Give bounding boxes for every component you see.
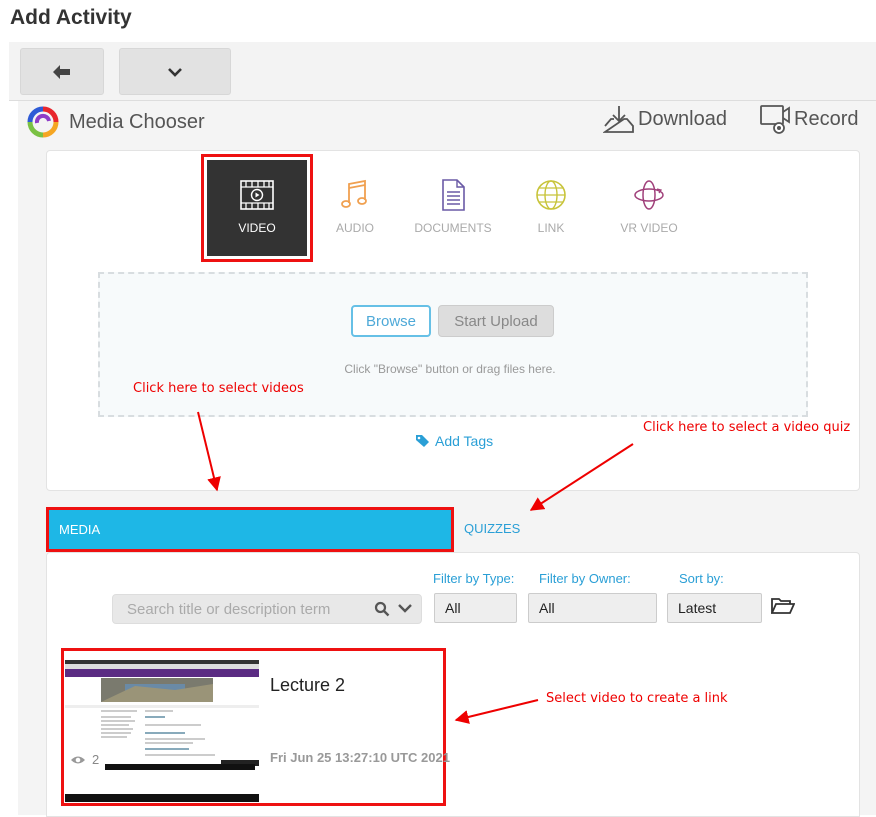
back-button[interactable] [20, 48, 104, 95]
sort-label: Sort by: [679, 571, 724, 586]
media-type-label: DOCUMENTS [414, 221, 492, 235]
views-count: 2 [92, 752, 100, 767]
download-label: Download [638, 107, 727, 130]
video-icon [240, 180, 274, 210]
annotation-box-media-tab [46, 507, 454, 552]
media-item-views: 2 [70, 752, 99, 767]
annotation-select-quiz: Click here to select a video quiz [643, 420, 851, 435]
annotation-box-media-item [61, 648, 446, 806]
filter-type-label: Filter by Type: [433, 571, 515, 586]
eye-icon [71, 756, 85, 763]
start-upload-button[interactable]: Start Upload [438, 305, 554, 337]
filter-owner-select[interactable]: All [528, 593, 657, 623]
search-placeholder: Search title or description term [127, 600, 331, 618]
music-note-icon [341, 179, 367, 208]
record-button[interactable]: Record [759, 104, 858, 134]
filter-type-select[interactable]: All [434, 593, 517, 623]
media-item-title[interactable]: Lecture 2 [270, 675, 345, 696]
download-icon [603, 106, 634, 133]
media-type-label: LINK [537, 221, 565, 235]
media-type-video[interactable]: VIDEO [207, 153, 307, 259]
dropzone-hint: Click "Browse" button or drag files here… [344, 362, 556, 376]
tags-icon [416, 435, 429, 447]
vr-icon [634, 180, 664, 210]
page-title: Add Activity [10, 6, 132, 29]
media-item-date: Fri Jun 25 13:27:10 UTC 2021 [270, 750, 450, 765]
add-tags-label: Add Tags [435, 433, 494, 449]
globe-icon [536, 180, 566, 210]
annotation-select-link: Select video to create a link [546, 691, 728, 706]
media-type-label: VR VIDEO [620, 221, 678, 235]
toolbar [9, 42, 876, 101]
media-type-link[interactable]: LINK [501, 153, 601, 259]
filter-owner-label: Filter by Owner: [539, 571, 631, 586]
brand-name: Media Chooser [69, 111, 205, 133]
folder-open-icon[interactable] [771, 597, 795, 615]
dropdown-button[interactable] [119, 48, 231, 95]
chevron-down-icon [168, 67, 182, 77]
annotation-select-videos: Click here to select videos [133, 381, 304, 396]
download-button[interactable]: Download [603, 104, 727, 134]
media-type-vr-video[interactable]: VR VIDEO [599, 153, 699, 259]
webcam-icon [760, 105, 790, 134]
media-type-label: AUDIO [335, 221, 374, 235]
document-icon [442, 179, 465, 211]
record-label: Record [794, 107, 859, 130]
tab-quizzes[interactable]: QUIZZES [464, 521, 520, 536]
media-type-label: VIDEO [238, 221, 276, 235]
kaltura-logo-icon [27, 106, 59, 138]
search-icon[interactable] [374, 601, 390, 617]
add-tags-link[interactable]: Add Tags [415, 433, 493, 449]
chevron-down-icon[interactable] [397, 603, 413, 615]
arrow-left-icon [53, 64, 70, 79]
media-type-audio[interactable]: AUDIO [305, 153, 405, 259]
sort-select[interactable]: Latest [667, 593, 762, 623]
media-type-documents[interactable]: DOCUMENTS [403, 153, 503, 259]
browse-button[interactable]: Browse [351, 305, 431, 337]
